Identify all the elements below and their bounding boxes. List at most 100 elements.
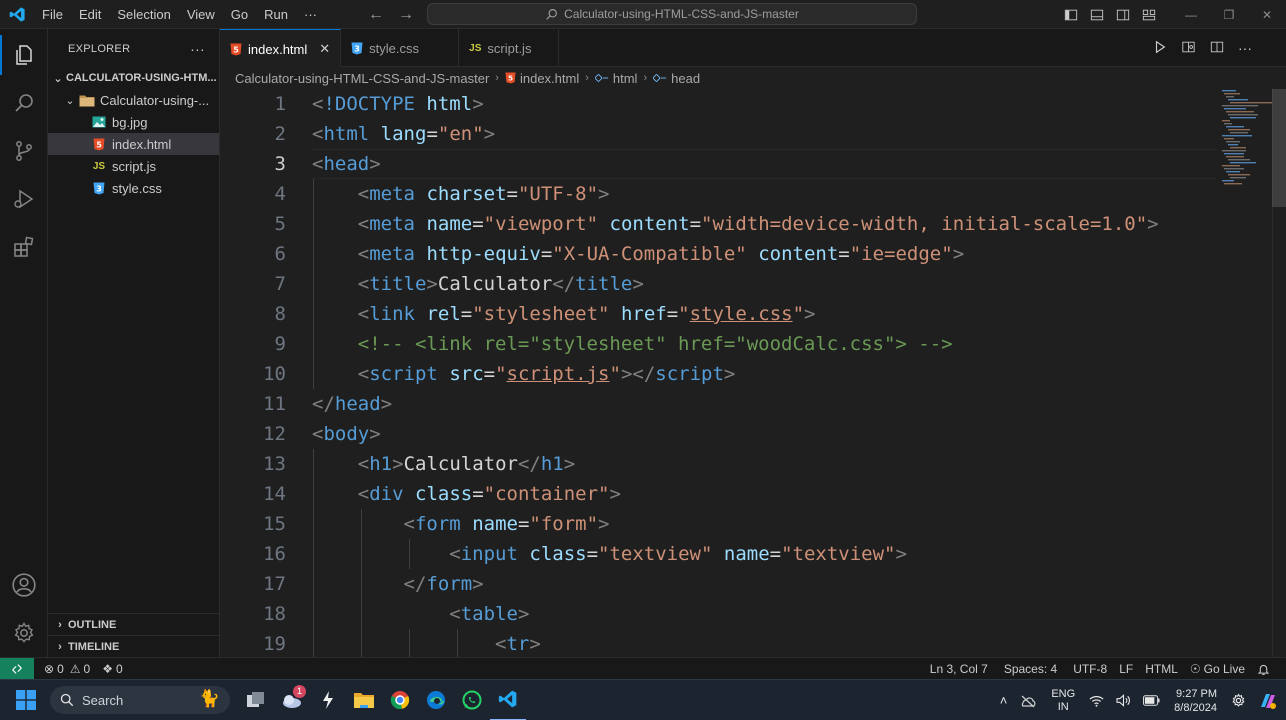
input-language[interactable]: ENG IN	[1043, 688, 1083, 714]
chevron-down-icon: ⌄	[53, 72, 63, 85]
more-actions-icon[interactable]: ···	[1238, 40, 1252, 56]
command-center-search[interactable]: Calculator-using-HTML-CSS-and-JS-master	[427, 3, 917, 25]
line-number: 2	[274, 123, 286, 145]
minimap[interactable]	[1220, 89, 1272, 189]
cloud-offline-icon[interactable]	[1013, 694, 1043, 708]
wifi-icon[interactable]	[1083, 695, 1110, 707]
line-number: 1	[274, 93, 286, 115]
whatsapp-icon[interactable]	[454, 680, 490, 720]
go-live-button[interactable]: ☉ Go Live	[1184, 658, 1251, 680]
line-number: 5	[274, 213, 286, 235]
minimize-icon[interactable]: —	[1172, 0, 1210, 29]
tab-index-html[interactable]: 5 index.html ✕	[220, 29, 342, 68]
folder-row[interactable]: ⌄ Calculator-using-...	[48, 89, 219, 111]
back-arrow-icon[interactable]: ←	[368, 6, 384, 24]
menu-file[interactable]: File	[34, 0, 71, 29]
problems-indicator[interactable]: ⊗ 0 ⚠ 0	[38, 658, 96, 680]
file-row-index-html[interactable]: 5 index.html	[48, 133, 219, 155]
battery-icon[interactable]	[1137, 695, 1166, 706]
terminal-app-icon[interactable]	[310, 680, 346, 720]
run-and-debug-icon[interactable]	[0, 175, 48, 223]
edge-browser-icon[interactable]	[418, 680, 454, 720]
breadcrumb-html[interactable]: html	[613, 71, 638, 86]
settings-gear-icon[interactable]	[1225, 693, 1252, 708]
search-icon	[60, 693, 74, 707]
close-icon[interactable]: ✕	[1248, 0, 1286, 29]
chevron-right-icon: ›	[495, 72, 499, 84]
toggle-secondary-sidebar-icon[interactable]	[1110, 0, 1136, 29]
chevron-up-icon[interactable]: ˄	[994, 693, 1014, 708]
close-tab-icon[interactable]: ✕	[319, 41, 330, 57]
minimap-line	[1224, 123, 1232, 125]
breadcrumb-root[interactable]: Calculator-using-HTML-CSS-and-JS-master	[235, 71, 489, 86]
windows-start-icon[interactable]	[6, 680, 46, 720]
remote-indicator-icon[interactable]	[0, 657, 34, 680]
menu-selection[interactable]: Selection	[109, 0, 178, 29]
svg-text:3: 3	[96, 184, 102, 193]
file-explorer-icon[interactable]	[346, 680, 382, 720]
toggle-primary-sidebar-icon[interactable]	[1058, 0, 1084, 29]
open-preview-icon[interactable]	[1181, 40, 1196, 57]
taskbar-search[interactable]: Search 🐈	[50, 686, 230, 714]
menu-edit[interactable]: Edit	[71, 0, 109, 29]
chevron-down-icon: ⌄	[65, 94, 75, 107]
file-row-bg-jpg[interactable]: bg.jpg	[48, 111, 219, 133]
clock[interactable]: 9:27 PM 8/8/2024	[1166, 687, 1225, 715]
customize-layout-icon[interactable]	[1136, 0, 1162, 29]
menu-run[interactable]: Run	[256, 0, 296, 29]
cursor-position[interactable]: Ln 3, Col 7	[924, 658, 994, 680]
split-editor-icon[interactable]	[1210, 40, 1224, 57]
weather-widget-icon[interactable]: 1	[274, 680, 310, 720]
code-line: <body>	[312, 423, 381, 445]
explorer-icon[interactable]	[0, 31, 48, 79]
forward-arrow-icon[interactable]: →	[398, 6, 414, 24]
minimap-line	[1228, 174, 1250, 176]
breadcrumb-file[interactable]: index.html	[520, 71, 579, 86]
accounts-icon[interactable]	[0, 561, 48, 609]
restore-icon[interactable]: ❐	[1210, 0, 1248, 29]
explorer-more-icon[interactable]: ···	[190, 41, 205, 57]
volume-icon[interactable]	[1110, 694, 1137, 707]
outline-section[interactable]: › OUTLINE	[48, 613, 219, 635]
chrome-browser-icon[interactable]	[382, 680, 418, 720]
run-icon[interactable]	[1153, 40, 1167, 57]
copilot-icon[interactable]	[1252, 692, 1286, 710]
minimap-line	[1224, 138, 1234, 140]
encoding[interactable]: UTF-8	[1067, 658, 1113, 680]
minimap-line	[1222, 180, 1234, 182]
task-view-icon[interactable]	[238, 680, 274, 720]
indentation[interactable]: Spaces: 4	[998, 658, 1063, 680]
language-mode[interactable]: HTML	[1139, 658, 1184, 680]
breadcrumb-head[interactable]: head	[671, 71, 700, 86]
timeline-section[interactable]: › TIMELINE	[48, 635, 219, 657]
vertical-scrollbar[interactable]	[1272, 89, 1286, 657]
notifications-bell-icon[interactable]	[1251, 658, 1276, 680]
chevron-right-icon: ›	[58, 618, 62, 631]
code-line: </form>	[403, 573, 484, 595]
tab-style-css[interactable]: 3 style.css	[341, 29, 460, 67]
svg-text:3: 3	[354, 44, 360, 53]
vscode-taskbar-icon[interactable]	[490, 680, 526, 720]
menu-view[interactable]: View	[179, 0, 223, 29]
line-number: 18	[263, 603, 286, 625]
menu-more[interactable]: ···	[296, 0, 325, 29]
tab-script-js[interactable]: JS script.js	[459, 29, 560, 67]
source-control-icon[interactable]	[0, 127, 48, 175]
menu-go[interactable]: Go	[223, 0, 256, 29]
code-line: <link rel="stylesheet" href="style.css">	[357, 303, 816, 325]
extensions-icon[interactable]	[0, 223, 48, 271]
workspace-root[interactable]: ⌄ CALCULATOR-USING-HTM...	[48, 67, 219, 89]
toggle-panel-icon[interactable]	[1084, 0, 1110, 29]
search-icon[interactable]	[0, 79, 48, 127]
explorer-title: EXPLORER	[68, 43, 131, 55]
minimap-line	[1224, 93, 1240, 95]
file-row-script-js[interactable]: JS script.js	[48, 155, 219, 177]
ports-indicator[interactable]: ❖ 0	[96, 658, 128, 680]
broadcast-icon: ❖	[102, 661, 113, 676]
notification-badge: 1	[293, 684, 306, 698]
end-of-line[interactable]: LF	[1113, 658, 1139, 680]
scrollbar-thumb[interactable]	[1272, 89, 1286, 207]
settings-gear-icon[interactable]	[0, 609, 48, 657]
file-row-style-css[interactable]: 3 style.css	[48, 177, 219, 199]
code-editor[interactable]: 1 2 3 4 5 6 7 8 9 10 11 12 13 14 15 16 1…	[220, 89, 1286, 657]
